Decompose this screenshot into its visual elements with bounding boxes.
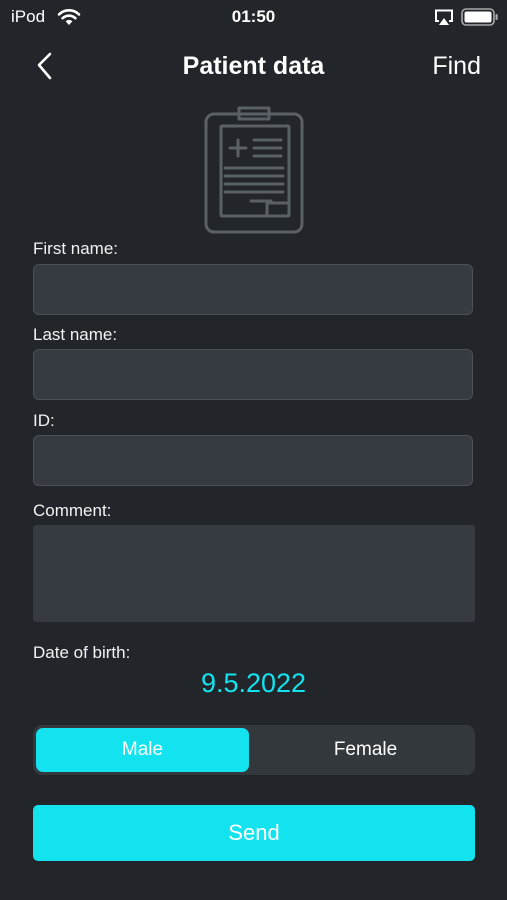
page-title: Patient data [182, 52, 325, 80]
comment-label: Comment: [33, 501, 112, 520]
find-button[interactable]: Find [432, 52, 481, 81]
gender-option-male[interactable]: Male [36, 728, 249, 772]
date-of-birth-value[interactable]: 9.5.2022 [0, 668, 507, 699]
navigation-bar: Patient data Find [0, 40, 507, 96]
comment-field[interactable] [33, 525, 475, 622]
status-bar: iPod 01:50 [0, 0, 507, 34]
battery-icon [461, 8, 498, 26]
id-label: ID: [33, 411, 55, 430]
first-name-field[interactable] [33, 264, 473, 315]
status-time: 01:50 [231, 7, 276, 26]
id-field[interactable] [33, 435, 473, 486]
clipboard-icon [204, 106, 304, 234]
last-name-label: Last name: [33, 325, 118, 344]
gender-option-female[interactable]: Female [259, 728, 472, 772]
screen: iPod 01:50 Patient data Find First name:… [0, 0, 507, 900]
airplay-icon [435, 9, 453, 25]
send-button[interactable]: Send [33, 805, 475, 861]
date-of-birth-label: Date of birth: [33, 643, 131, 662]
gender-selector: Male Female [33, 725, 475, 775]
last-name-field[interactable] [33, 349, 473, 400]
first-name-label: First name: [33, 239, 119, 258]
